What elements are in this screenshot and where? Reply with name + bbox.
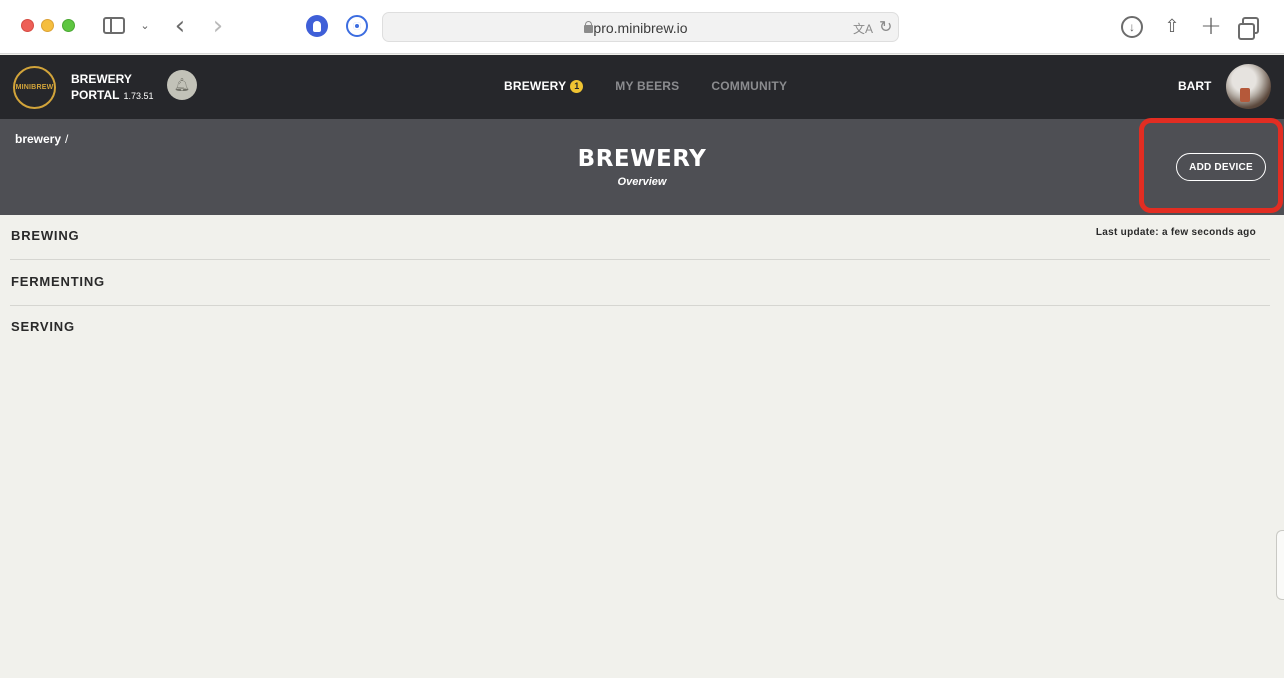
password-manager-icon[interactable] [346,15,368,37]
breadcrumb-brewery[interactable]: brewery [15,132,61,146]
address-bar[interactable]: pro.minibrew.io 文A ↻ [382,12,899,42]
notification-bell-icon[interactable]: 🔔︎ [167,70,197,100]
brewery-content: BREWING Last update: a few seconds ago F… [0,215,1284,678]
portal-version: 1.73.51 [123,91,154,101]
back-icon[interactable]: ‹ [170,11,190,41]
minimize-window-button[interactable] [41,19,54,32]
forward-icon[interactable]: › [208,11,228,41]
section-title-serving: SERVING [11,319,75,334]
user-name[interactable]: BART [1178,79,1211,93]
translate-icon[interactable]: 文A [853,20,873,37]
url-text: pro.minibrew.io [593,20,688,36]
nav-my-beers[interactable]: MY BEERS [615,79,679,93]
sidebar-icon[interactable] [103,17,125,34]
add-device-button[interactable]: ADD DEVICE [1176,153,1266,181]
breadcrumb-separator: / [65,132,69,146]
nav-brewery-label: BREWERY [504,79,567,93]
avatar[interactable] [1226,64,1271,109]
portal-title-line2: PORTAL [71,88,120,102]
zoom-window-button[interactable] [62,19,75,32]
tabs-overview-icon[interactable] [1238,17,1259,40]
minibrew-logo[interactable]: MINIBREW [13,66,56,109]
section-brewing[interactable]: BREWING Last update: a few seconds ago [10,215,1270,260]
app-header: MINIBREW BREWERY PORTAL 1.73.51 🔔︎ BREWER… [0,55,1284,119]
nav-community[interactable]: COMMUNITY [711,79,787,93]
section-title-brewing: BREWING [11,228,80,243]
main-nav: BREWERY 1 MY BEERS COMMUNITY [504,79,819,93]
breadcrumb: brewery / [15,132,68,146]
page-subtitle: Overview [617,176,667,188]
side-panel-handle[interactable] [1276,530,1284,600]
download-icon[interactable]: ↓ [1121,16,1143,38]
close-window-button[interactable] [21,19,34,32]
logo-text: MINIBREW [15,84,54,91]
portal-title-line1: BREWERY [71,72,132,86]
chevron-down-icon[interactable]: ⌄ [138,17,152,34]
nav-my-beers-label: MY BEERS [615,79,680,93]
page-header: brewery / BREWERY Overview [0,119,1284,215]
last-update-text: Last update: a few seconds ago [1095,227,1256,238]
page-title: BREWERY [577,146,707,172]
nav-brewery[interactable]: BREWERY 1 [504,79,584,93]
portal-title: BREWERY PORTAL 1.73.51 [71,71,153,104]
share-icon[interactable]: ⇧ [1163,13,1181,39]
browser-toolbar: ⌄ ‹ › pro.minibrew.io 文A ↻ ↓ ⇧ + [0,0,1284,54]
section-title-fermenting: FERMENTING [11,274,105,289]
extension-hand-icon[interactable] [306,15,328,37]
nav-community-label: COMMUNITY [711,79,788,93]
nav-brewery-badge: 1 [570,79,584,93]
section-fermenting[interactable]: FERMENTING [10,261,1270,306]
reload-icon[interactable]: ↻ [879,17,892,36]
section-serving[interactable]: SERVING [10,306,1270,351]
new-tab-icon[interactable]: + [1200,11,1222,41]
